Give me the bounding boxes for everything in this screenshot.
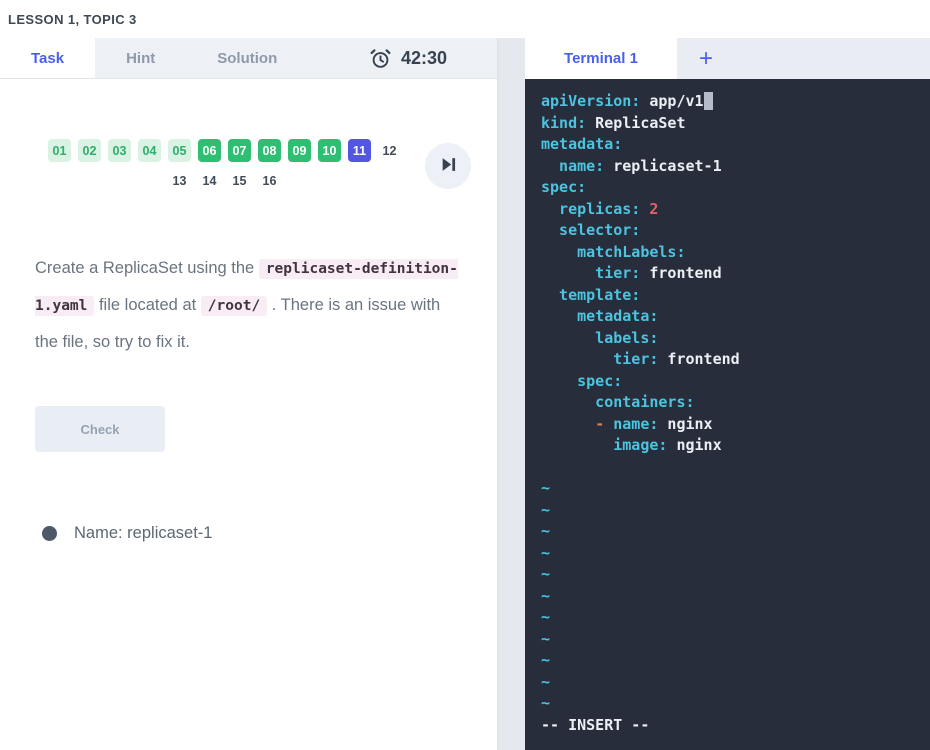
- terminal-tilde-line: ~: [541, 694, 551, 712]
- lesson-label: LESSON 1, TOPIC 3: [8, 11, 137, 27]
- timer-value: 42:30: [400, 47, 447, 68]
- terminal-line: spec:: [541, 178, 587, 196]
- terminal-line: name: replicaset-1: [541, 156, 722, 175]
- step-06[interactable]: 06: [198, 139, 221, 162]
- task-panel: Task Hint Solution 42:30 01 02 03 04 05 06 07 0…: [0, 38, 497, 750]
- inline-code: /root/: [200, 296, 268, 316]
- plus-icon: +: [698, 44, 713, 72]
- task-panel-tabs: Task Hint Solution 42:30: [0, 38, 497, 79]
- check-button[interactable]: Check: [35, 406, 165, 452]
- terminal-tilde-line: ~: [541, 500, 551, 519]
- terminal-line: apiVersion: app/v1: [541, 91, 920, 113]
- skip-to-next-icon: [440, 156, 457, 176]
- step-01[interactable]: 01: [48, 139, 71, 162]
- step-13[interactable]: 13: [168, 169, 191, 192]
- terminal-tilde-line: ~: [541, 629, 551, 648]
- terminal-line: matchLabels:: [541, 242, 686, 261]
- terminal-line: metadata:: [541, 307, 659, 325]
- requirement-label: Name: replicaset-1: [74, 524, 213, 542]
- terminal-screen[interactable]: apiVersion: app/v1 kind: ReplicaSet metad…: [525, 79, 930, 750]
- terminal-line: - name: nginx: [595, 414, 713, 433]
- terminal-line: labels:: [541, 328, 659, 347]
- step-10[interactable]: 10: [318, 139, 341, 162]
- step-03[interactable]: 03: [108, 139, 131, 162]
- terminal-line: spec:: [541, 371, 623, 390]
- terminal-output: apiVersion: app/v1 kind: ReplicaSet metad…: [541, 91, 920, 715]
- step-08[interactable]: 08: [258, 139, 281, 162]
- task-text-part: Create a ReplicaSet using the: [35, 259, 259, 277]
- tab-hint[interactable]: Hint: [95, 38, 186, 78]
- terminal-line: tier: frontend: [541, 350, 740, 368]
- terminal-line: template:: [541, 285, 641, 304]
- step-12[interactable]: 12: [378, 139, 401, 162]
- vim-status-line: -- INSERT --: [541, 715, 650, 734]
- terminal-tab-1[interactable]: Terminal 1: [525, 38, 677, 79]
- step-14[interactable]: 14: [198, 169, 221, 192]
- steps-section: 01 02 03 04 05 06 07 08 09 10 11 12 13 14 15 16: [36, 139, 471, 192]
- step-02[interactable]: 02: [78, 139, 101, 162]
- skip-step-button[interactable]: [425, 142, 471, 189]
- requirement-item: Name: replicaset-1: [42, 524, 497, 543]
- terminal-tilde-line: ~: [541, 672, 551, 691]
- terminal-tilde-line: ~: [541, 522, 551, 540]
- step-09[interactable]: 09: [288, 139, 311, 162]
- task-text-part: file located at: [94, 296, 201, 314]
- step-04[interactable]: 04: [138, 139, 161, 162]
- steps-grid: 01 02 03 04 05 06 07 08 09 10 11 12 13 14 15 16: [36, 139, 413, 192]
- countdown-timer: 42:30: [369, 38, 497, 78]
- terminal-line: tier: frontend: [541, 264, 722, 282]
- terminal-line: kind: ReplicaSet: [541, 113, 686, 132]
- bullet-dot-icon: [42, 526, 57, 541]
- step-07[interactable]: 07: [228, 139, 251, 162]
- step-15[interactable]: 15: [228, 169, 251, 192]
- terminal-tilde-line: ~: [541, 608, 551, 626]
- terminal-line: replicas: 2: [541, 199, 659, 218]
- tab-task[interactable]: Task: [0, 38, 96, 78]
- step-11[interactable]: 11: [348, 139, 371, 162]
- terminal-tilde-line: ~: [541, 543, 551, 562]
- new-terminal-button[interactable]: +: [677, 38, 735, 79]
- tab-solution[interactable]: Solution: [186, 38, 308, 78]
- step-05[interactable]: 05: [168, 139, 191, 162]
- terminal-tilde-line: ~: [541, 479, 551, 497]
- terminal-tilde-line: ~: [541, 586, 551, 605]
- terminal-line: selector:: [541, 221, 641, 239]
- task-description: Create a ReplicaSet using the replicaset…: [35, 250, 463, 360]
- terminal-tab-bar: Terminal 1 +: [525, 38, 930, 79]
- terminal-line: containers:: [541, 393, 695, 411]
- terminal-tilde-line: ~: [541, 565, 551, 583]
- terminal-panel: Terminal 1 + apiVersion: app/v1 kind: Re…: [525, 38, 930, 750]
- step-16[interactable]: 16: [258, 169, 281, 192]
- lesson-breadcrumb: LESSON 1, TOPIC 3: [0, 0, 930, 38]
- terminal-line: image: nginx: [541, 436, 722, 454]
- terminal-line: metadata:: [541, 135, 623, 153]
- alarm-clock-icon: [369, 47, 392, 70]
- terminal-tilde-line: ~: [541, 651, 551, 669]
